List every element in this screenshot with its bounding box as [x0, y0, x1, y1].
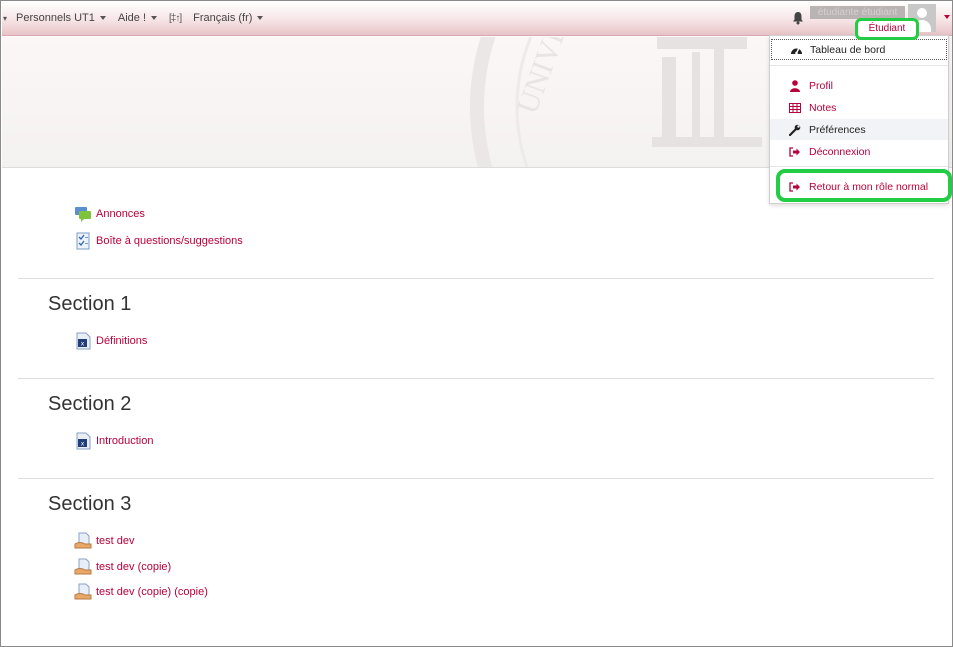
menu-item-notes[interactable]: Notes [770, 97, 948, 118]
user-menu-caret-icon[interactable] [944, 15, 950, 19]
excel-file-icon: x [76, 432, 91, 450]
forum-icon [75, 207, 91, 222]
assignment-icon [74, 532, 92, 549]
browser-frame: ▾ Personnels UT1 Aide ! [‡↑] Français (f… [0, 0, 953, 647]
svg-text:x: x [81, 441, 85, 448]
menu-personnels[interactable]: Personnels UT1 [16, 12, 106, 24]
menu-language-label: Français (fr) [193, 12, 253, 24]
menu-item-deconnexion-label: Déconnexion [809, 145, 871, 158]
activity-test-dev-label: test dev [96, 535, 135, 547]
edit-mode-icon[interactable]: [‡↑] [169, 13, 182, 24]
section-2-title: Section 2 [48, 393, 132, 415]
activity-test-dev-copie[interactable]: test dev (copie) [74, 558, 171, 576]
feedback-icon [76, 232, 90, 250]
top-navbar: ▾ Personnels UT1 Aide ! [‡↑] Français (f… [2, 2, 952, 36]
wrench-icon [788, 124, 802, 136]
menu-divider [770, 65, 948, 66]
menu-item-profil[interactable]: Profil [770, 75, 948, 96]
menu-item-profil-label: Profil [809, 79, 833, 92]
course-content: Annonces Boîte à questions/suggestions S… [2, 169, 952, 646]
menu-item-preferences[interactable]: Préférences [770, 119, 948, 140]
section-divider [18, 378, 934, 379]
section-divider [18, 278, 934, 279]
menu-aide-label: Aide ! [117, 12, 147, 24]
assignment-icon [74, 558, 92, 575]
caret-down-icon [257, 16, 264, 20]
navbar-menu: ▾ Personnels UT1 Aide ! [‡↑] Français (f… [2, 2, 275, 34]
role-badge[interactable]: Étudiant [855, 18, 919, 40]
menu-item-preferences-label: Préférences [809, 123, 866, 136]
menu-language[interactable]: Français (fr) [193, 12, 264, 24]
caret-down-icon [151, 16, 158, 20]
user-icon [788, 79, 802, 92]
excel-file-icon: x [76, 332, 91, 350]
assignment-icon [74, 583, 92, 600]
avatar-head [917, 8, 927, 18]
activity-annonces[interactable]: Annonces [74, 205, 145, 223]
caret-down-icon [99, 16, 106, 20]
activity-introduction[interactable]: x Introduction [74, 432, 153, 450]
caret-left-icon[interactable]: ▾ [3, 14, 7, 23]
activity-boite-questions-label: Boîte à questions/suggestions [96, 235, 243, 247]
activity-introduction-label: Introduction [96, 435, 154, 447]
menu-item-tableau-de-bord-label: Tableau de bord [810, 43, 886, 56]
activity-test-dev-copie-label: test dev (copie) [96, 561, 172, 573]
svg-text:x: x [81, 341, 85, 348]
menu-item-notes-label: Notes [809, 101, 837, 114]
highlight-annotation [776, 169, 952, 202]
activity-test-dev-copie-copie-label: test dev (copie) (copie) [96, 586, 208, 598]
menu-item-tableau-de-bord[interactable]: Tableau de bord [771, 39, 947, 60]
activity-definitions[interactable]: x Définitions [74, 332, 147, 350]
menu-aide[interactable]: Aide ! [117, 12, 158, 24]
activity-test-dev[interactable]: test dev [74, 532, 135, 550]
menu-divider [770, 166, 948, 167]
activity-boite-questions[interactable]: Boîte à questions/suggestions [74, 232, 243, 250]
sign-out-icon [788, 146, 802, 158]
activity-definitions-label: Définitions [96, 335, 148, 347]
activity-test-dev-copie-copie[interactable]: test dev (copie) (copie) [74, 583, 208, 601]
section-divider [18, 478, 934, 479]
section-1-title: Section 1 [48, 293, 132, 315]
menu-item-deconnexion[interactable]: Déconnexion [770, 141, 948, 162]
dashboard-icon [789, 44, 803, 56]
section-3-title: Section 3 [48, 493, 132, 515]
bell-icon[interactable] [792, 11, 804, 25]
activity-annonces-label: Annonces [96, 208, 145, 220]
menu-personnels-label: Personnels UT1 [16, 12, 95, 24]
table-icon [788, 102, 802, 114]
